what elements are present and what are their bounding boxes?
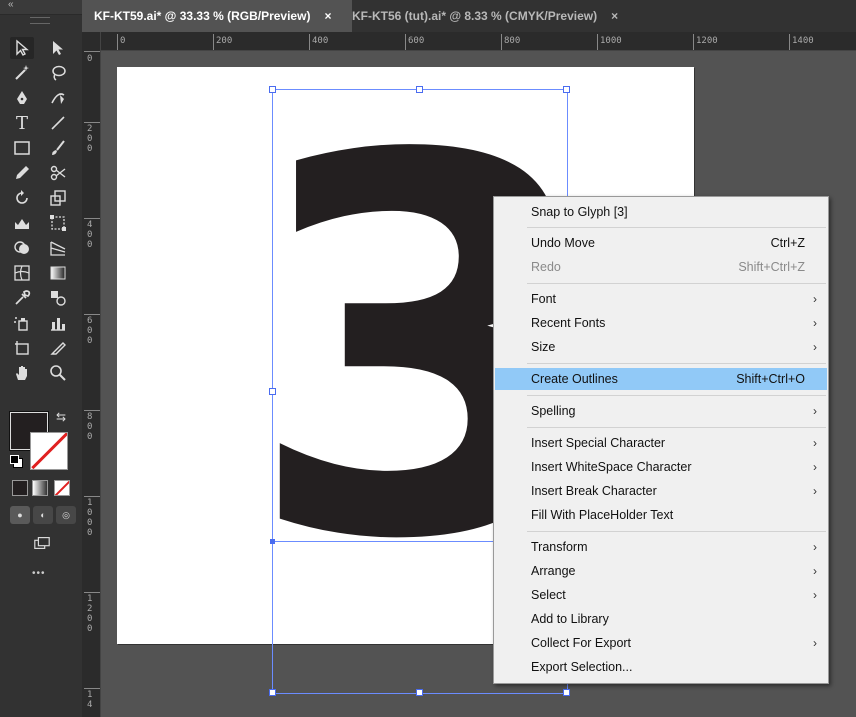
menu-item-redo[interactable]: Redo Shift+Ctrl+Z [495, 256, 827, 278]
type-tool-icon[interactable]: T [10, 112, 34, 134]
color-mode-icon[interactable] [12, 480, 28, 496]
stroke-swatch-none[interactable] [30, 432, 68, 470]
submenu-arrow-icon: › [813, 540, 817, 554]
bbox-handle-left[interactable] [269, 388, 276, 395]
selection-tool-icon[interactable] [10, 37, 34, 59]
close-tab-icon[interactable]: × [324, 9, 331, 23]
submenu-arrow-icon: › [813, 292, 817, 306]
pencil-tool-icon[interactable] [10, 162, 34, 184]
menu-item-insert-break-character[interactable]: Insert Break Character › [495, 480, 827, 502]
shape-builder-tool-icon[interactable] [10, 237, 34, 259]
none-mode-icon[interactable] [54, 480, 70, 496]
submenu-arrow-icon: › [813, 484, 817, 498]
draw-normal-icon[interactable]: ● [10, 506, 30, 524]
submenu-arrow-icon: › [813, 404, 817, 418]
eyedropper-tool-icon[interactable] [10, 287, 34, 309]
tab-label: KF-KT59.ai* @ 33.33 % (RGB/Preview) [94, 9, 311, 23]
menu-item-create-outlines[interactable]: Create Outlines Shift+Ctrl+O [495, 368, 827, 390]
submenu-arrow-icon: › [813, 564, 817, 578]
tools-panel: « T ⇆ ● ◐ ◎ ••• [0, 0, 83, 717]
lasso-tool-icon[interactable] [46, 62, 70, 84]
scissors-tool-icon[interactable] [46, 162, 70, 184]
magic-wand-tool-icon[interactable] [10, 62, 34, 84]
gradient-tool-icon[interactable] [46, 262, 70, 284]
perspective-grid-tool-icon[interactable] [46, 237, 70, 259]
rectangle-tool-icon[interactable] [10, 137, 34, 159]
symbol-sprayer-tool-icon[interactable] [10, 312, 34, 334]
bbox-handle-top-left[interactable] [269, 86, 276, 93]
bbox-handle-bottom-left[interactable] [269, 689, 276, 696]
close-tab-icon[interactable]: × [611, 9, 618, 23]
width-tool-icon[interactable] [10, 212, 34, 234]
draw-inside-icon[interactable]: ◎ [56, 506, 76, 524]
bbox-handle-bottom-right[interactable] [563, 689, 570, 696]
menu-item-add-to-library[interactable]: Add to Library [495, 608, 827, 630]
panel-grip[interactable] [30, 17, 50, 24]
vertical-ruler[interactable]: 0 200 400 600 800 1000 1200 14 [82, 32, 101, 717]
document-tab-bar: KF-KT59.ai* @ 33.33 % (RGB/Preview) × KF… [82, 0, 856, 33]
submenu-arrow-icon: › [813, 436, 817, 450]
line-segment-tool-icon[interactable] [46, 112, 70, 134]
hand-tool-icon[interactable] [10, 362, 34, 384]
edit-toolbar-more-icon[interactable]: ••• [32, 568, 46, 579]
zoom-tool-icon[interactable] [46, 362, 70, 384]
submenu-arrow-icon: › [813, 636, 817, 650]
artboard-tool-icon[interactable] [10, 337, 34, 359]
menu-item-insert-whitespace-character[interactable]: Insert WhiteSpace Character › [495, 456, 827, 478]
swap-fill-stroke-icon[interactable]: ⇆ [56, 410, 66, 424]
bbox-handle-top-right[interactable] [563, 86, 570, 93]
default-fill-stroke-icon[interactable] [10, 455, 23, 468]
tab-kf-kt59[interactable]: KF-KT59.ai* @ 33.33 % (RGB/Preview) × [82, 0, 352, 32]
scale-tool-icon[interactable] [46, 187, 70, 209]
menu-item-select[interactable]: Select › [495, 584, 827, 606]
menu-item-recent-fonts[interactable]: Recent Fonts › [495, 312, 827, 334]
menu-item-undo-move[interactable]: Undo Move Ctrl+Z [495, 232, 827, 254]
submenu-arrow-icon: › [813, 460, 817, 474]
slice-tool-icon[interactable] [46, 337, 70, 359]
paintbrush-tool-icon[interactable] [46, 137, 70, 159]
tab-kf-kt56[interactable]: KF-KT56 (tut).ai* @ 8.33 % (CMYK/Preview… [352, 0, 632, 32]
draw-behind-icon[interactable]: ◐ [33, 506, 53, 524]
baseline-anchor[interactable] [270, 539, 275, 544]
menu-item-snap-to-glyph[interactable]: Snap to Glyph [3] [495, 201, 827, 223]
menu-item-size[interactable]: Size › [495, 336, 827, 358]
change-screen-mode-icon[interactable] [29, 532, 55, 554]
collapse-panel-icon[interactable]: « [8, 0, 14, 10]
free-transform-tool-icon[interactable] [46, 212, 70, 234]
gradient-mode-icon[interactable] [32, 480, 48, 496]
menu-item-insert-special-character[interactable]: Insert Special Character › [495, 432, 827, 454]
submenu-arrow-icon: › [813, 588, 817, 602]
pen-tool-icon[interactable] [10, 87, 34, 109]
rotate-tool-icon[interactable] [10, 187, 34, 209]
direct-selection-tool-icon[interactable] [46, 37, 70, 59]
menu-item-transform[interactable]: Transform › [495, 536, 827, 558]
submenu-arrow-icon: › [813, 340, 817, 354]
menu-item-arrange[interactable]: Arrange › [495, 560, 827, 582]
column-graph-tool-icon[interactable] [46, 312, 70, 334]
curvature-tool-icon[interactable] [46, 87, 70, 109]
menu-item-fill-placeholder-text[interactable]: Fill With PlaceHolder Text [495, 504, 827, 526]
menu-item-collect-for-export[interactable]: Collect For Export › [495, 632, 827, 654]
mesh-tool-icon[interactable] [10, 262, 34, 284]
menu-item-spelling[interactable]: Spelling › [495, 400, 827, 422]
blend-tool-icon[interactable] [46, 287, 70, 309]
context-menu: Snap to Glyph [3] Undo Move Ctrl+Z Redo Sh… [493, 196, 829, 684]
menu-item-export-selection[interactable]: Export Selection... [495, 656, 827, 678]
submenu-arrow-icon: › [813, 316, 817, 330]
bbox-handle-bottom[interactable] [416, 689, 423, 696]
bbox-handle-top[interactable] [416, 86, 423, 93]
tools-panel-header: « [0, 0, 82, 15]
menu-item-font[interactable]: Font › [495, 288, 827, 310]
tab-label: KF-KT56 (tut).ai* @ 8.33 % (CMYK/Preview… [352, 9, 598, 23]
